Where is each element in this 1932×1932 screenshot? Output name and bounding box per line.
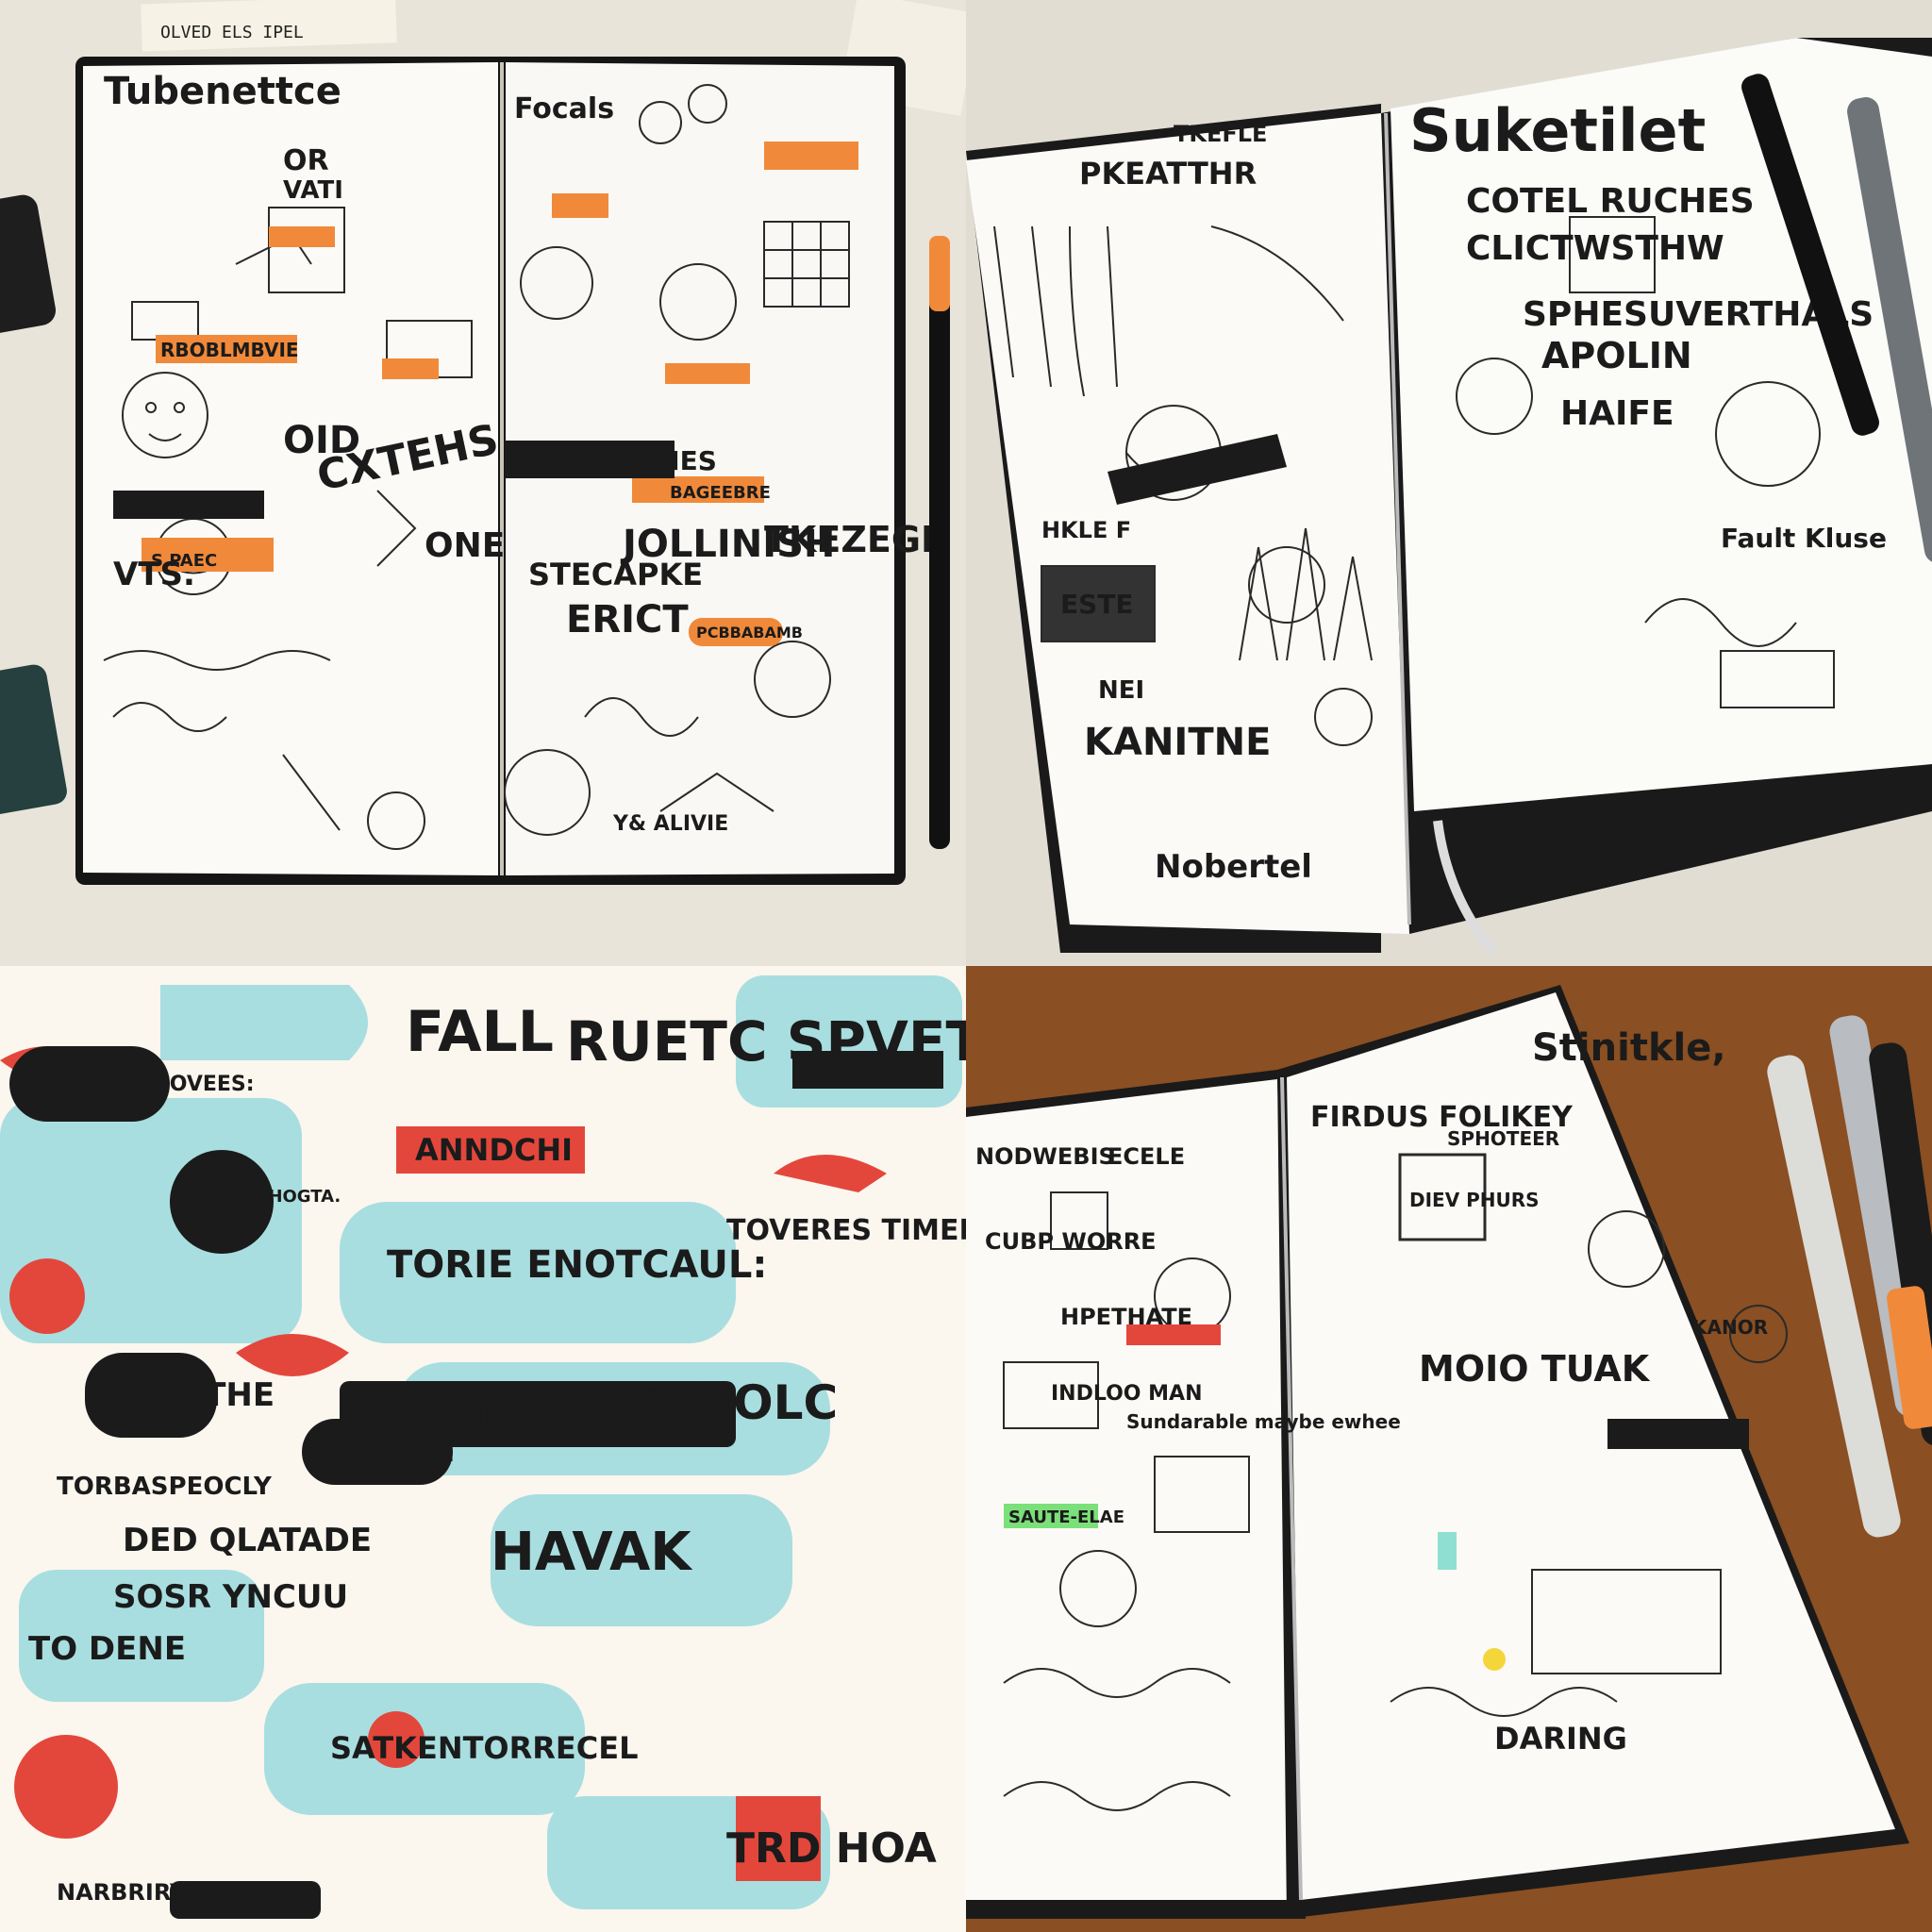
tr-text-pkeatthr: PKEATTHR <box>1079 156 1257 192</box>
tile-bottom-left-poster: FALL FOPI STUR OOVEES: ANNDCHI RUETC SPV… <box>0 966 966 1932</box>
tr-text-este: ESTE <box>1060 589 1134 620</box>
tl-right-orange2: PCBBABAMB <box>696 624 803 641</box>
bl-text-jaie: JAIE GIOLC <box>554 1375 838 1430</box>
tile-top-left-notebook: OLVED ELS IPEL Tubenettce OR VATI RBOBLM… <box>0 0 966 966</box>
bl-text-fopi: FOPI STUR OOVEES: <box>21 1073 255 1096</box>
corner-note: OLVED ELS IPEL <box>160 23 304 42</box>
bl-text-resivt: RE SIVT <box>321 1432 461 1470</box>
br-text-sautee: SAUTE-ELAE <box>1008 1507 1124 1527</box>
tl-text-banner: RBOBLMBVIE <box>160 339 299 361</box>
tl-right-banner: FRVE HIEGIES <box>512 445 717 476</box>
br-text-hpethate: HPETHATE <box>1060 1304 1192 1330</box>
br-right-title: Stinitkle, <box>1532 1026 1726 1070</box>
bl-text-portive: PORTTIVE. <box>792 1058 938 1086</box>
tr-text-nobertel: Nobertel <box>1155 848 1312 886</box>
tl-right-orange1: BAGEEBRE <box>670 483 771 503</box>
br-right-kanor: KANOR <box>1692 1316 1768 1339</box>
br-text-nodwebis: NODWEBIS <box>975 1143 1115 1170</box>
bl-text-anndchi: ANNDCHI <box>415 1132 573 1168</box>
br-text-cubp: CUBP WORRE <box>985 1228 1157 1255</box>
bl-text-havak: HAVAK <box>491 1522 693 1583</box>
tl-right-erict: ERICT <box>566 598 689 641</box>
tr-right-title: Suketilet <box>1409 96 1706 165</box>
bl-text-narbriry: NARBRIRY <box>57 1879 187 1906</box>
tr-text-kanitne: KANITNE <box>1084 721 1271 764</box>
tl-text-vati: VATI <box>283 176 343 205</box>
br-right-daring: DARING <box>1494 1721 1627 1757</box>
tr-text-tkefle: TKEFLE <box>1174 121 1267 147</box>
bl-text-fall: FALL <box>406 999 554 1065</box>
bl-text-ded: DED QLATADE <box>123 1522 372 1559</box>
tl-right-bottom: Y& ALIVIE <box>612 812 728 836</box>
bl-text-torie: TORIE ENOTCAUL: <box>387 1243 767 1287</box>
tr-right-haife: HAIFE <box>1560 394 1674 433</box>
tr-right-apolin: APOLIN <box>1541 335 1692 376</box>
notebook-icon: PKEATTHR TKEFLE SOUT★ KCC HKLE F ESTE KA… <box>966 38 1932 957</box>
br-right-moio: MOIO TUAK <box>1419 1348 1651 1390</box>
bl-text-toveres: TOVERES TIMERDY <box>726 1214 966 1247</box>
bl-text-buue: BUUE THE <box>94 1376 275 1414</box>
tr-right-fault: Fault Kluse <box>1721 523 1887 554</box>
br-right-sphoteer: SPHOTEER <box>1447 1127 1559 1150</box>
tr-right-sub1: COTEL RUCHES <box>1466 182 1755 221</box>
tl-right-big2: TKEZEGK <box>764 519 950 560</box>
poster-art: FALL FOPI STUR OOVEES: ANNDCHI RUETC SPV… <box>0 975 966 1919</box>
bl-text-dunfit: DUNFIT THOGTA. <box>179 1187 341 1207</box>
br-text-sundarable: Sundarable maybe ewhee <box>1126 1410 1401 1433</box>
tl-text-spaec: S PAEC <box>151 551 217 571</box>
tl-text-dorer: DORER <box>118 494 192 517</box>
notebook-icon: OLVED ELS IPEL Tubenettce OR VATI RBOBLM… <box>0 0 966 885</box>
tl-title: Tubenettce <box>104 70 341 113</box>
tr-text-nei: NEI <box>1098 676 1144 705</box>
br-text-indloo: INDLOO MAN <box>1051 1382 1203 1406</box>
tl-text-oid: OID <box>283 419 360 462</box>
bl-text-sosr: SOSR YNCUU <box>113 1578 348 1616</box>
tile-bottom-right-notebook: NODWEBIS ECELE CUBP WORRE HPETHATE INDLO… <box>966 966 1932 1932</box>
tl-text-one: ONE <box>425 526 505 565</box>
tl-right-title: Focals <box>514 92 614 125</box>
tl-text-or: OR <box>283 144 329 177</box>
marker-icon <box>1767 1015 1932 1538</box>
tr-text-hkle: HKLE F <box>1041 517 1131 543</box>
tile-top-right-notebook: PKEATTHR TKEFLE SOUT★ KCC HKLE F ESTE KA… <box>966 0 1932 966</box>
tr-right-sub2: CLICTWSTHW <box>1466 229 1724 268</box>
tl-right-steapke: STECAPKE <box>528 557 703 592</box>
br-right-diev: DIEV PHURS <box>1409 1189 1540 1211</box>
pen-icon <box>929 236 950 849</box>
bl-text-torbaspeocly: TORBASPEOCLY <box>57 1473 273 1501</box>
image-grid: OLVED ELS IPEL Tubenettce OR VATI RBOBLM… <box>0 0 1932 1932</box>
bl-text-todene: TO DENE <box>28 1630 186 1668</box>
br-right-ictevici: ICTEVICI <box>1617 1424 1715 1447</box>
bl-text-name: NAME <box>236 1887 310 1913</box>
bl-text-trd: TRD HOA <box>726 1824 937 1873</box>
bl-text-satken: SATKENTORRECEL <box>330 1730 639 1766</box>
br-text-ecele: ECELE <box>1108 1143 1185 1170</box>
notebook-icon: NODWEBIS ECELE CUBP WORRE HPETHATE INDLO… <box>966 985 1932 1919</box>
